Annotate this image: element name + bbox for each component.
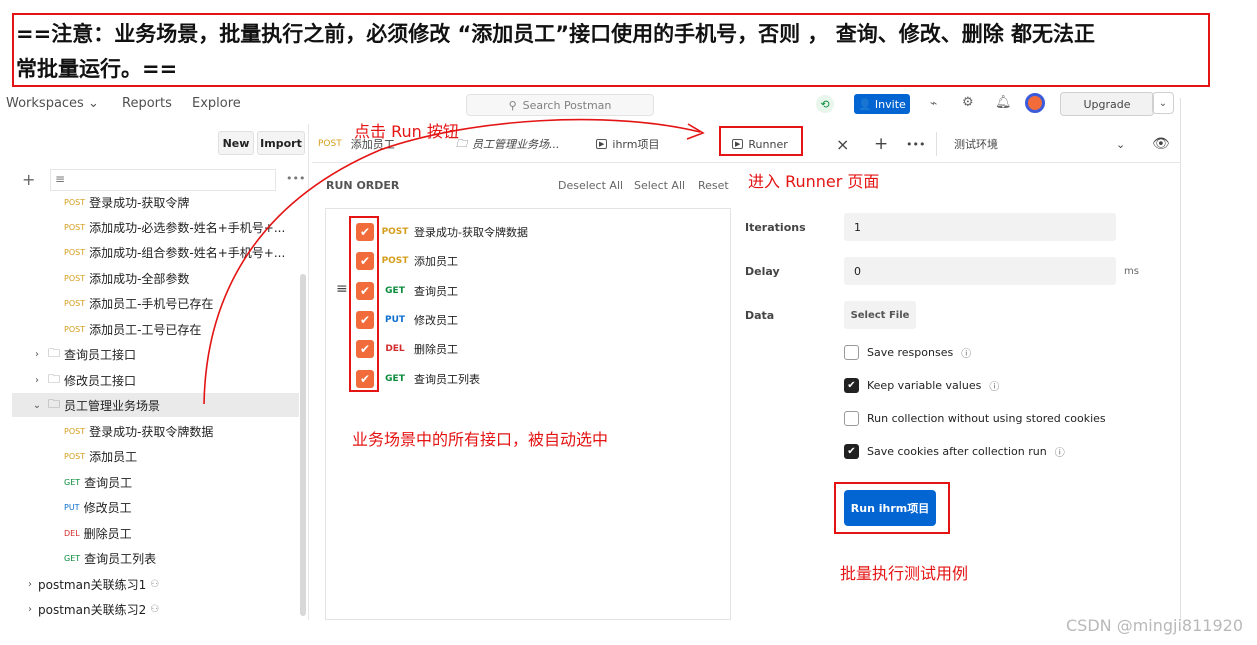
annotation-click-run: 点击 Run 按钮: [354, 122, 459, 141]
watermark: CSDN @mingji811920: [1066, 616, 1243, 635]
annotation-auto-selected: 业务场景中的所有接口，被自动选中: [352, 430, 609, 449]
annotation-batch-run: 批量执行测试用例: [840, 564, 969, 583]
annotation-arrow: [203, 118, 705, 405]
annotation-enter-runner: 进入 Runner 页面: [748, 172, 880, 191]
